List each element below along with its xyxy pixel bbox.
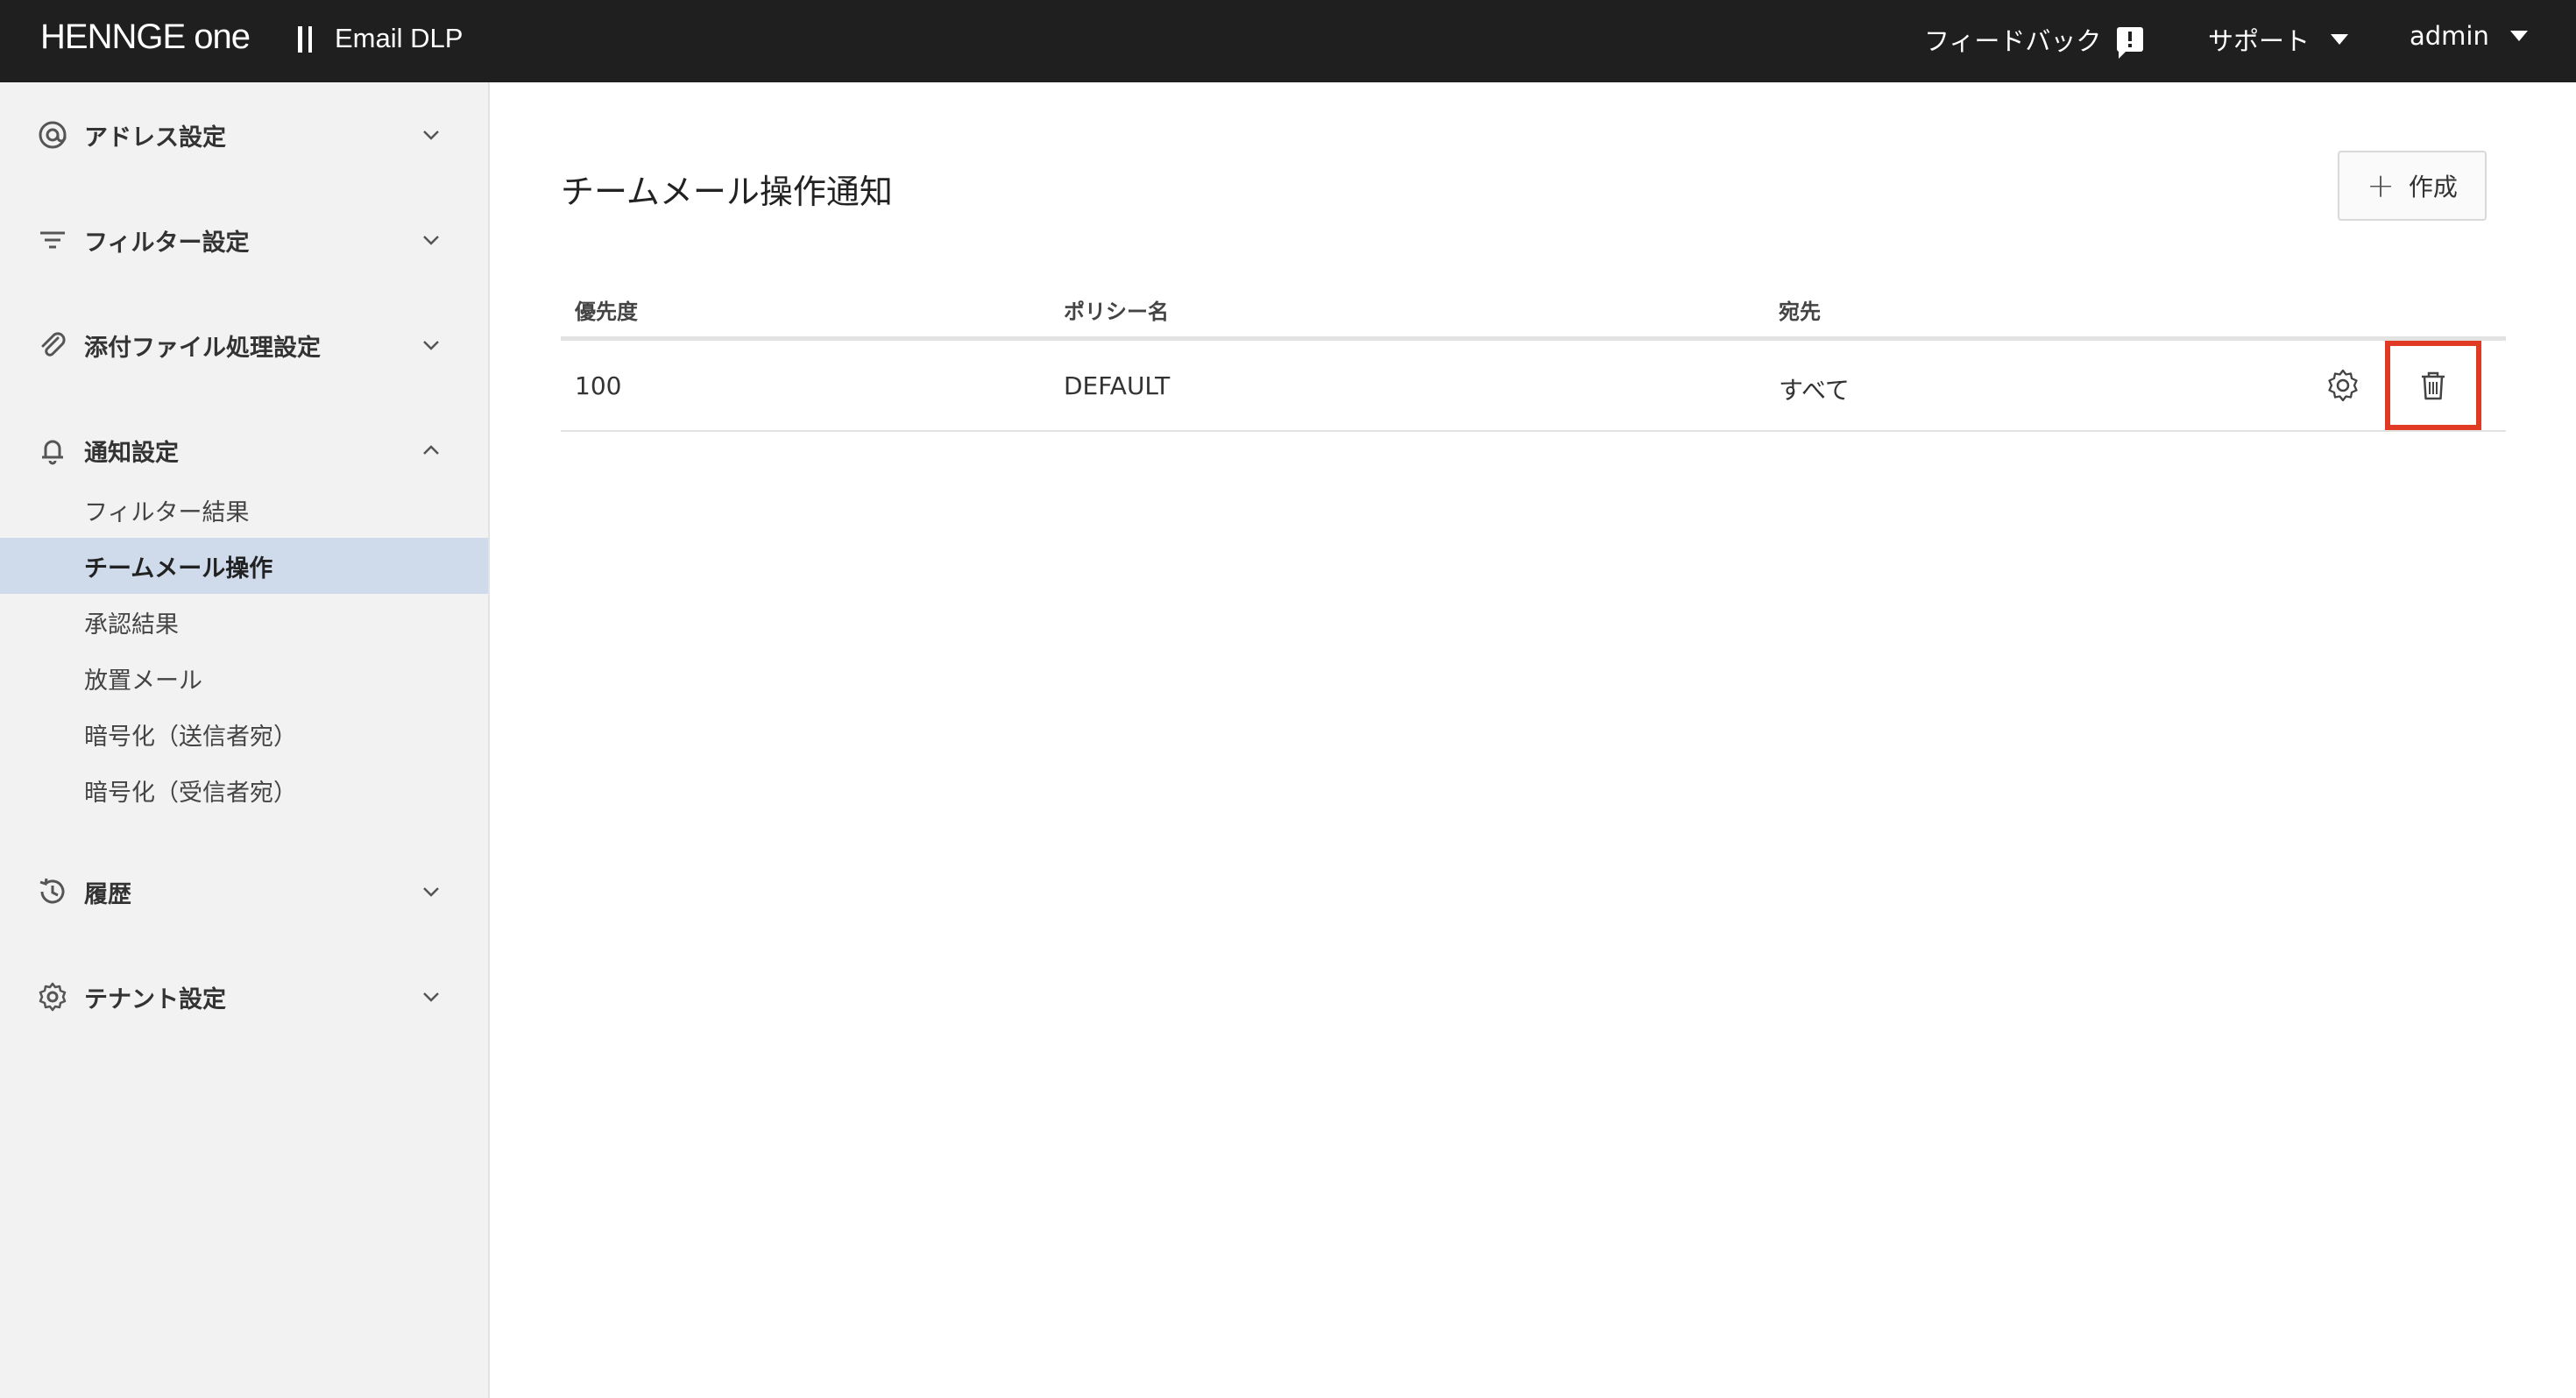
feedback-label: フィードバック: [1924, 26, 2102, 56]
sidebar-item-team-mail[interactable]: チームメール操作: [0, 538, 488, 594]
column-header-priority[interactable]: 優先度: [575, 294, 638, 325]
sidebar-group-label: 添付ファイル処理設定: [84, 334, 321, 362]
create-label: 作成: [2408, 173, 2458, 201]
caret-down-icon: [2331, 34, 2349, 45]
cell-recipient: すべて: [1779, 376, 1850, 405]
sidebar-group-label: 通知設定: [84, 439, 179, 467]
chevron-down-icon: [423, 887, 439, 897]
sidebar-group-address[interactable]: アドレス設定: [0, 109, 488, 161]
paperclip-icon: [41, 332, 66, 357]
sidebar-group-label: フィルター設定: [84, 229, 250, 257]
sidebar-group-label: アドレス設定: [84, 124, 226, 152]
sidebar-item-neglected-mail[interactable]: 放置メール: [0, 650, 488, 706]
gear-icon: [39, 982, 67, 1012]
sidebar-group-label: テナント設定: [84, 985, 226, 1013]
column-header-policy[interactable]: ポリシー名: [1064, 294, 1169, 325]
product-name: Email DLP: [335, 23, 464, 53]
chevron-up-icon: [423, 445, 439, 455]
column-header-recipient[interactable]: 宛先: [1779, 294, 1821, 325]
settings-gear-icon[interactable]: [2324, 366, 2362, 405]
user-label: admin: [2410, 21, 2489, 51]
feedback-icon: [2117, 27, 2144, 59]
sidebar-item-label: フィルター結果: [84, 498, 250, 526]
feedback-button[interactable]: フィードバック: [1924, 21, 2144, 59]
logo-separator-icon: [298, 26, 312, 53]
plus-icon: +: [2367, 166, 2395, 205]
sidebar-item-label: 暗号化（送信者宛）: [84, 723, 297, 751]
caret-down-icon: [2509, 31, 2528, 41]
sidebar: アドレス設定 フィルター設定 添付ファイル処理設定 通知設定 フィルター結果 チ…: [0, 82, 490, 1398]
support-label: サポート: [2208, 26, 2311, 56]
sidebar-item-encrypt-sender[interactable]: 暗号化（送信者宛）: [0, 706, 488, 762]
bell-icon: [42, 440, 63, 465]
sidebar-group-attachment[interactable]: 添付ファイル処理設定: [0, 319, 488, 371]
sidebar-item-filter-result[interactable]: フィルター結果: [0, 482, 488, 538]
chevron-down-icon: [423, 236, 439, 245]
at-icon: [39, 121, 67, 149]
sidebar-item-label: チームメール操作: [84, 554, 273, 582]
user-menu[interactable]: admin: [2410, 21, 2528, 51]
delete-button[interactable]: [2385, 341, 2481, 430]
sidebar-group-filter[interactable]: フィルター設定: [0, 214, 488, 266]
cell-priority: 100: [575, 371, 622, 400]
history-icon: [39, 878, 65, 904]
chevron-down-icon: [423, 341, 439, 350]
chevron-down-icon: [423, 992, 439, 1002]
sidebar-group-label: 履歴: [84, 880, 131, 908]
trash-icon: [2422, 371, 2445, 400]
sidebar-item-label: 承認結果: [84, 611, 179, 639]
sidebar-item-label: 放置メール: [84, 667, 202, 695]
create-button[interactable]: + 作成: [2338, 151, 2487, 221]
cell-policy: DEFAULT: [1064, 371, 1171, 400]
support-menu[interactable]: サポート: [2208, 21, 2349, 58]
sidebar-group-notification[interactable]: 通知設定: [0, 424, 488, 477]
brand-logo[interactable]: HENNGE one: [40, 18, 251, 57]
top-bar: HENNGE one Email DLP フィードバック サポート admin: [0, 0, 2576, 82]
page-title: チームメール操作通知: [561, 173, 893, 211]
table-row[interactable]: 100 DEFAULT すべて: [561, 341, 2506, 432]
chevron-down-icon: [423, 131, 439, 140]
sidebar-group-history[interactable]: 履歴: [0, 865, 488, 918]
sidebar-item-label: 暗号化（受信者宛）: [84, 779, 297, 807]
sidebar-group-tenant[interactable]: テナント設定: [0, 971, 488, 1023]
sidebar-item-encrypt-recipient[interactable]: 暗号化（受信者宛）: [0, 762, 488, 818]
sidebar-item-approval-result[interactable]: 承認結果: [0, 594, 488, 650]
filter-icon: [40, 231, 65, 249]
